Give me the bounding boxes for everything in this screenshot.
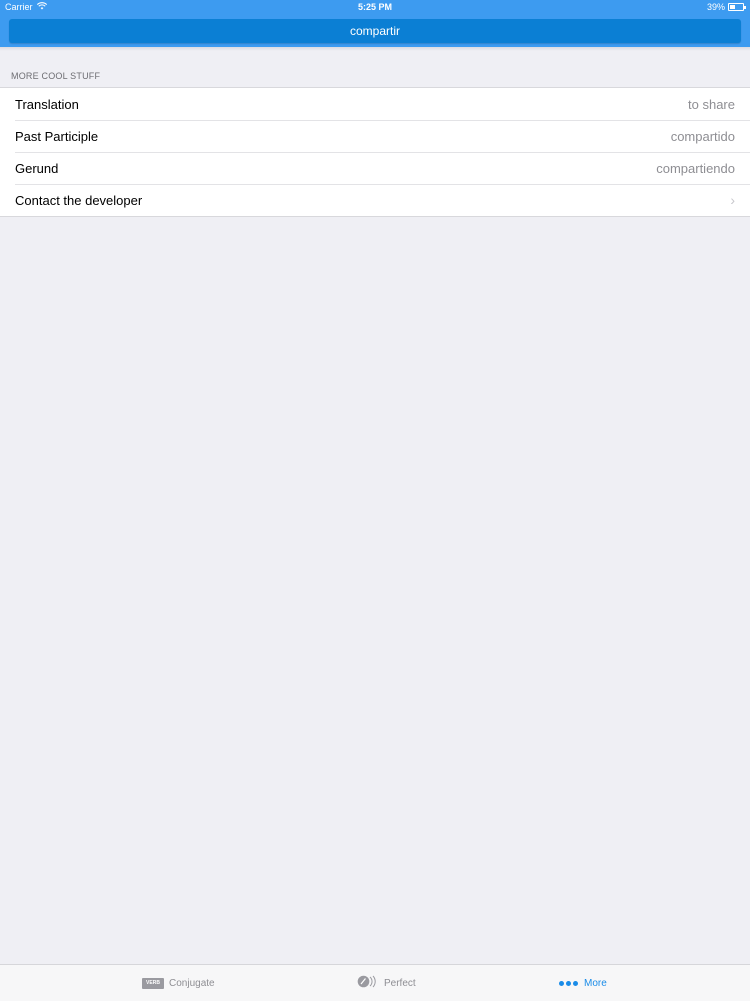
battery-fill [730, 5, 735, 9]
tab-more[interactable]: More [559, 965, 607, 1001]
row-label: Past Participle [15, 128, 99, 144]
battery-icon [728, 3, 746, 11]
tab-bar: VERB Conjugate Perfect More [0, 964, 750, 1001]
perfect-icon [357, 975, 379, 991]
more-icon [559, 980, 578, 986]
row-label: Contact the developer [15, 192, 143, 208]
info-table: Translation to share Past Participle com… [0, 87, 750, 217]
verb-icon: VERB [142, 977, 164, 989]
nav-shadow [0, 47, 750, 51]
tab-perfect[interactable]: Perfect [357, 965, 416, 1001]
status-bar: Carrier 5:25 PM 39% [0, 0, 750, 15]
row-label: Gerund [15, 160, 59, 176]
row-translation: Translation to share [0, 88, 750, 120]
row-value: to share [688, 96, 735, 112]
tab-label: More [584, 977, 607, 989]
status-right: 39% [706, 2, 746, 12]
tab-label: Conjugate [169, 977, 215, 989]
status-time: 5:25 PM [357, 2, 392, 12]
navigation-bar: compartir [0, 15, 750, 47]
row-gerund: Gerund compartiendo [0, 152, 750, 184]
row-past-participle: Past Participle compartido [0, 120, 750, 152]
battery-percent: 39% [706, 2, 725, 12]
verb-title-button[interactable]: compartir [9, 19, 741, 43]
section-header: MORE COOL STUFF [11, 71, 101, 81]
tab-label: Perfect [384, 977, 416, 989]
row-contact-developer[interactable]: Contact the developer › [0, 184, 750, 216]
row-label: Translation [15, 96, 79, 112]
row-value: compartiendo [656, 160, 735, 176]
chevron-right-icon: › [730, 192, 735, 208]
row-value: compartido [670, 128, 735, 144]
tab-conjugate[interactable]: VERB Conjugate [142, 965, 215, 1001]
